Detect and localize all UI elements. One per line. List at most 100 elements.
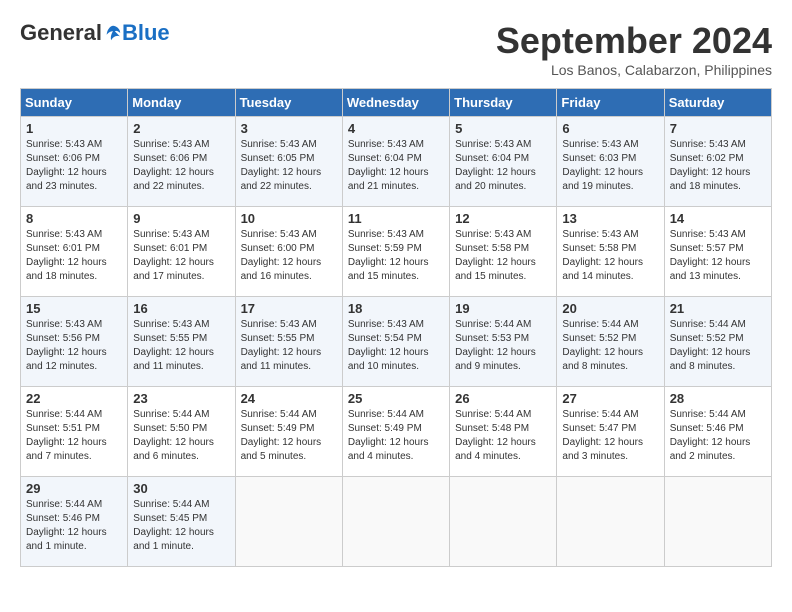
calendar-week-row: 1 Sunrise: 5:43 AM Sunset: 6:06 PM Daylig… xyxy=(21,117,772,207)
day-info: Sunrise: 5:43 AM Sunset: 6:04 PM Dayligh… xyxy=(455,138,551,194)
table-row: 8Sunrise: 5:43 AM Sunset: 6:01 PM Daylig… xyxy=(21,207,128,297)
day-info: Sunrise: 5:43 AM Sunset: 6:06 PM Dayligh… xyxy=(26,138,122,194)
logo: General Blue xyxy=(20,20,170,46)
day-number: 6 xyxy=(562,121,658,136)
day-number: 9 xyxy=(133,211,229,226)
day-info: Sunrise: 5:43 AM Sunset: 5:54 PM Dayligh… xyxy=(348,318,444,374)
day-info: Sunrise: 5:44 AM Sunset: 5:47 PM Dayligh… xyxy=(562,408,658,464)
calendar-week-row: 8Sunrise: 5:43 AM Sunset: 6:01 PM Daylig… xyxy=(21,207,772,297)
table-row: 9Sunrise: 5:43 AM Sunset: 6:01 PM Daylig… xyxy=(128,207,235,297)
day-number: 19 xyxy=(455,301,551,316)
day-number: 28 xyxy=(670,391,766,406)
day-info: Sunrise: 5:44 AM Sunset: 5:51 PM Dayligh… xyxy=(26,408,122,464)
day-info: Sunrise: 5:44 AM Sunset: 5:45 PM Dayligh… xyxy=(133,498,229,554)
header-wednesday: Wednesday xyxy=(342,89,449,117)
day-number: 27 xyxy=(562,391,658,406)
calendar-week-row: 29Sunrise: 5:44 AM Sunset: 5:46 PM Dayli… xyxy=(21,477,772,567)
day-info: Sunrise: 5:44 AM Sunset: 5:46 PM Dayligh… xyxy=(670,408,766,464)
day-info: Sunrise: 5:43 AM Sunset: 6:00 PM Dayligh… xyxy=(241,228,337,284)
day-number: 20 xyxy=(562,301,658,316)
table-row: 10 Sunrise: 5:43 AM Sunset: 6:00 PM Dayli… xyxy=(235,207,342,297)
day-number: 17 xyxy=(241,301,337,316)
page-header: General Blue September 2024 Los Banos, C… xyxy=(20,20,772,78)
day-number: 5 xyxy=(455,121,551,136)
day-info: Sunrise: 5:43 AM Sunset: 5:56 PM Dayligh… xyxy=(26,318,122,374)
day-number: 22 xyxy=(26,391,122,406)
table-row xyxy=(557,477,664,567)
day-number: 12 xyxy=(455,211,551,226)
day-info: Sunrise: 5:43 AM Sunset: 5:55 PM Dayligh… xyxy=(133,318,229,374)
day-info: Sunrise: 5:43 AM Sunset: 5:57 PM Dayligh… xyxy=(670,228,766,284)
calendar-week-row: 15Sunrise: 5:43 AM Sunset: 5:56 PM Dayli… xyxy=(21,297,772,387)
header-thursday: Thursday xyxy=(450,89,557,117)
table-row: 13 Sunrise: 5:43 AM Sunset: 5:58 PM Dayli… xyxy=(557,207,664,297)
day-number: 1 xyxy=(26,121,122,136)
day-number: 7 xyxy=(670,121,766,136)
table-row xyxy=(235,477,342,567)
day-info: Sunrise: 5:43 AM Sunset: 5:58 PM Dayligh… xyxy=(455,228,551,284)
header-sunday: Sunday xyxy=(21,89,128,117)
day-number: 2 xyxy=(133,121,229,136)
day-number: 18 xyxy=(348,301,444,316)
day-info: Sunrise: 5:43 AM Sunset: 5:55 PM Dayligh… xyxy=(241,318,337,374)
logo-bird-icon xyxy=(104,24,122,42)
table-row: 17 Sunrise: 5:43 AM Sunset: 5:55 PM Dayli… xyxy=(235,297,342,387)
table-row: 22 Sunrise: 5:44 AM Sunset: 5:51 PM Dayli… xyxy=(21,387,128,477)
day-info: Sunrise: 5:44 AM Sunset: 5:53 PM Dayligh… xyxy=(455,318,551,374)
logo-general-text: General xyxy=(20,20,102,46)
location: Los Banos, Calabarzon, Philippines xyxy=(496,62,772,78)
day-info: Sunrise: 5:43 AM Sunset: 6:05 PM Dayligh… xyxy=(241,138,337,194)
day-info: Sunrise: 5:44 AM Sunset: 5:49 PM Dayligh… xyxy=(241,408,337,464)
header-tuesday: Tuesday xyxy=(235,89,342,117)
day-info: Sunrise: 5:43 AM Sunset: 6:01 PM Dayligh… xyxy=(26,228,122,284)
table-row: 18 Sunrise: 5:43 AM Sunset: 5:54 PM Dayli… xyxy=(342,297,449,387)
calendar-header-row: Sunday Monday Tuesday Wednesday Thursday… xyxy=(21,89,772,117)
table-row: 2 Sunrise: 5:43 AM Sunset: 6:06 PM Daylig… xyxy=(128,117,235,207)
day-number: 29 xyxy=(26,481,122,496)
day-info: Sunrise: 5:43 AM Sunset: 6:02 PM Dayligh… xyxy=(670,138,766,194)
table-row: 24 Sunrise: 5:44 AM Sunset: 5:49 PM Dayli… xyxy=(235,387,342,477)
table-row: 6Sunrise: 5:43 AM Sunset: 6:03 PM Daylig… xyxy=(557,117,664,207)
table-row: 12 Sunrise: 5:43 AM Sunset: 5:58 PM Dayli… xyxy=(450,207,557,297)
day-number: 11 xyxy=(348,211,444,226)
table-row: 5 Sunrise: 5:43 AM Sunset: 6:04 PM Daylig… xyxy=(450,117,557,207)
day-number: 21 xyxy=(670,301,766,316)
table-row: 21Sunrise: 5:44 AM Sunset: 5:52 PM Dayli… xyxy=(664,297,771,387)
day-info: Sunrise: 5:44 AM Sunset: 5:48 PM Dayligh… xyxy=(455,408,551,464)
title-section: September 2024 Los Banos, Calabarzon, Ph… xyxy=(496,20,772,78)
table-row: 29Sunrise: 5:44 AM Sunset: 5:46 PM Dayli… xyxy=(21,477,128,567)
table-row: 28 Sunrise: 5:44 AM Sunset: 5:46 PM Dayli… xyxy=(664,387,771,477)
table-row: 16Sunrise: 5:43 AM Sunset: 5:55 PM Dayli… xyxy=(128,297,235,387)
day-info: Sunrise: 5:43 AM Sunset: 6:04 PM Dayligh… xyxy=(348,138,444,194)
table-row: 20Sunrise: 5:44 AM Sunset: 5:52 PM Dayli… xyxy=(557,297,664,387)
table-row: 25 Sunrise: 5:44 AM Sunset: 5:49 PM Dayli… xyxy=(342,387,449,477)
table-row xyxy=(342,477,449,567)
day-number: 24 xyxy=(241,391,337,406)
table-row: 4 Sunrise: 5:43 AM Sunset: 6:04 PM Daylig… xyxy=(342,117,449,207)
day-number: 3 xyxy=(241,121,337,136)
table-row: 1 Sunrise: 5:43 AM Sunset: 6:06 PM Daylig… xyxy=(21,117,128,207)
day-number: 14 xyxy=(670,211,766,226)
table-row: 30Sunrise: 5:44 AM Sunset: 5:45 PM Dayli… xyxy=(128,477,235,567)
table-row: 27 Sunrise: 5:44 AM Sunset: 5:47 PM Dayli… xyxy=(557,387,664,477)
day-number: 25 xyxy=(348,391,444,406)
table-row xyxy=(450,477,557,567)
table-row: 15Sunrise: 5:43 AM Sunset: 5:56 PM Dayli… xyxy=(21,297,128,387)
table-row: 19 Sunrise: 5:44 AM Sunset: 5:53 PM Dayli… xyxy=(450,297,557,387)
day-info: Sunrise: 5:43 AM Sunset: 6:06 PM Dayligh… xyxy=(133,138,229,194)
day-info: Sunrise: 5:44 AM Sunset: 5:50 PM Dayligh… xyxy=(133,408,229,464)
header-friday: Friday xyxy=(557,89,664,117)
day-info: Sunrise: 5:44 AM Sunset: 5:49 PM Dayligh… xyxy=(348,408,444,464)
day-number: 10 xyxy=(241,211,337,226)
calendar-table: Sunday Monday Tuesday Wednesday Thursday… xyxy=(20,88,772,567)
month-title: September 2024 xyxy=(496,20,772,62)
header-saturday: Saturday xyxy=(664,89,771,117)
day-number: 23 xyxy=(133,391,229,406)
day-info: Sunrise: 5:43 AM Sunset: 5:58 PM Dayligh… xyxy=(562,228,658,284)
day-number: 4 xyxy=(348,121,444,136)
table-row: 11Sunrise: 5:43 AM Sunset: 5:59 PM Dayli… xyxy=(342,207,449,297)
day-number: 13 xyxy=(562,211,658,226)
header-monday: Monday xyxy=(128,89,235,117)
table-row xyxy=(664,477,771,567)
calendar-week-row: 22 Sunrise: 5:44 AM Sunset: 5:51 PM Dayli… xyxy=(21,387,772,477)
